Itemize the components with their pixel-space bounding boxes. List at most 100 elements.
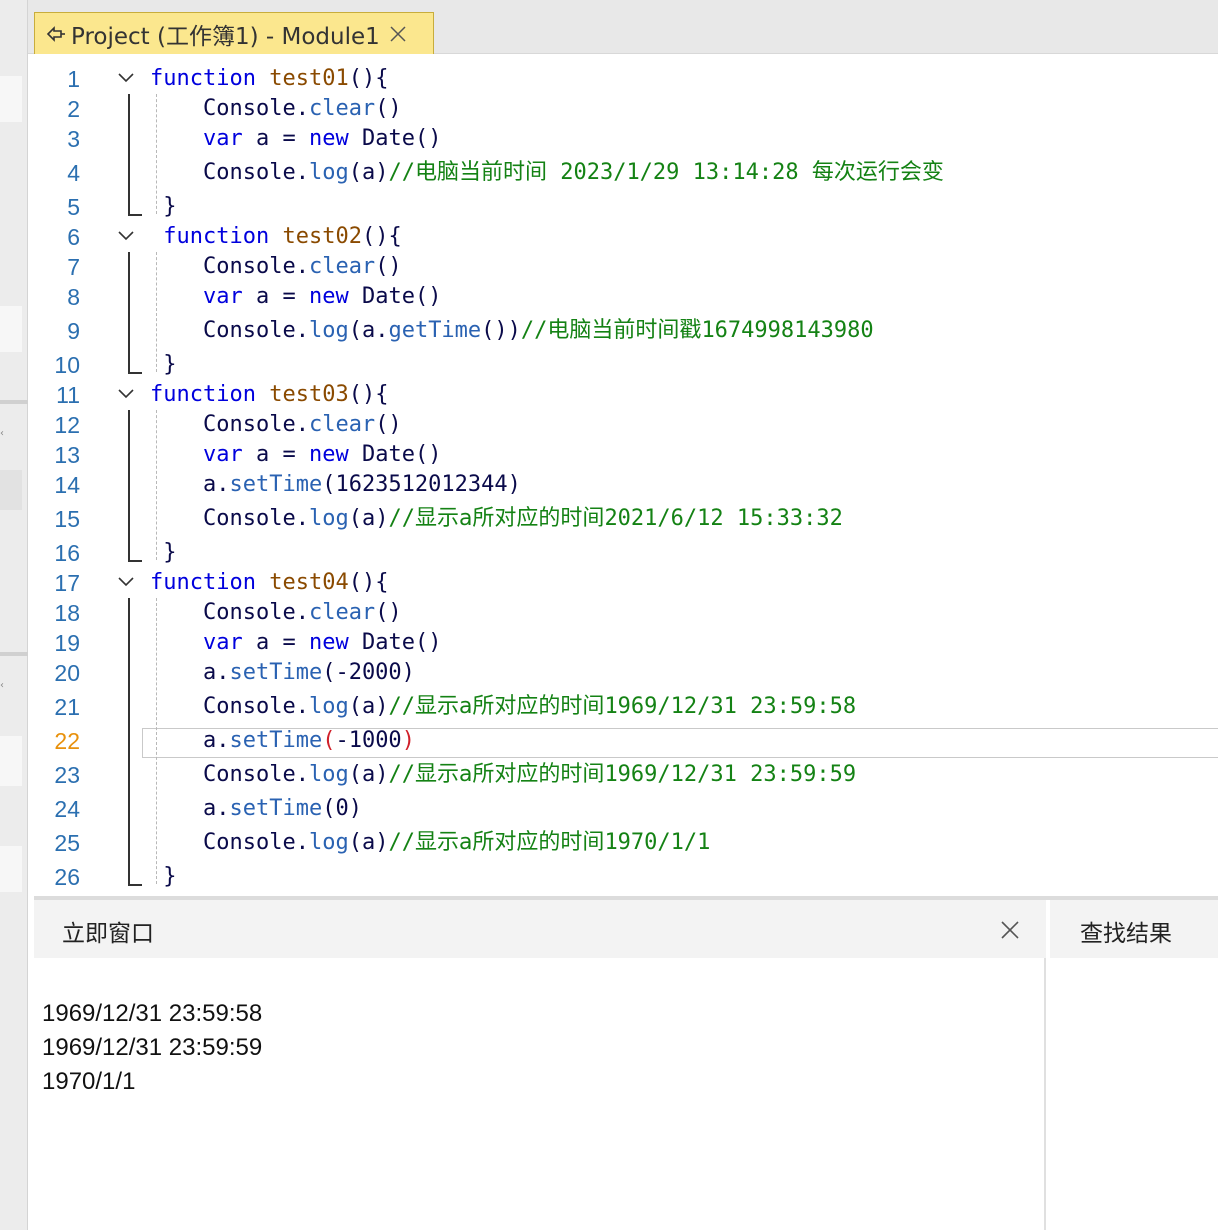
- code-token: Console.: [150, 506, 309, 531]
- code-text: var a = new Date(): [150, 628, 441, 658]
- code-line[interactable]: 12 Console.clear(): [34, 410, 1218, 440]
- code-token: }: [150, 864, 177, 889]
- code-token: function: [150, 66, 256, 91]
- code-text: function test02(){: [150, 222, 402, 252]
- code-token: setTime: [229, 472, 323, 497]
- code-line[interactable]: 17 function test04(){: [34, 568, 1218, 598]
- code-token: var: [202, 442, 243, 467]
- code-line[interactable]: 15 Console.log(a)//显示a所对应的时间2021/6/12 15…: [34, 504, 1218, 534]
- tab-module1[interactable]: Project (工作簿1) - Module1: [34, 12, 434, 54]
- immediate-window[interactable]: 立即窗口 1969/12/31 23:59:58 1969/12/31 23:5…: [34, 900, 1046, 1230]
- code-line[interactable]: 4 Console.log(a)//电脑当前时间 2023/1/29 13:14…: [34, 158, 1218, 188]
- code-line[interactable]: 23 Console.log(a)//显示a所对应的时间1969/12/31 2…: [34, 760, 1218, 790]
- code-token: Console.: [150, 600, 309, 625]
- code-token: clear: [308, 254, 376, 279]
- code-text: var a = new Date(): [150, 124, 441, 154]
- code-token: }: [150, 540, 177, 565]
- code-token: (: [322, 728, 336, 753]
- code-token: log: [308, 506, 349, 531]
- code-line[interactable]: 1 function test01(){: [34, 64, 1218, 94]
- code-text: Console.log(a)//显示a所对应的时间1969/12/31 23:5…: [150, 760, 856, 790]
- close-icon[interactable]: [998, 918, 1022, 942]
- line-number: 26: [54, 864, 80, 890]
- code-text: a.setTime(-1000): [150, 726, 415, 756]
- code-line[interactable]: 14 a.setTime(1623512012344): [34, 470, 1218, 500]
- code-line[interactable]: 21 Console.log(a)//显示a所对应的时间1969/12/31 2…: [34, 692, 1218, 722]
- code-token: 电脑当前时间: [414, 160, 547, 185]
- editor-tab-bar: Project (工作簿1) - Module1: [28, 0, 1218, 54]
- code-line[interactable]: 11 function test03(){: [34, 380, 1218, 410]
- line-number: 1: [67, 66, 80, 92]
- code-token: new: [308, 442, 349, 467]
- fold-bracket-end: [128, 560, 142, 562]
- line-number: 5: [67, 194, 80, 220]
- code-line[interactable]: 20 a.setTime(-2000): [34, 658, 1218, 688]
- code-token: 1674998143980: [701, 318, 874, 343]
- code-text: }: [150, 350, 176, 380]
- line-number: 10: [54, 352, 80, 378]
- code-token: var: [202, 284, 243, 309]
- code-token: //: [388, 160, 415, 185]
- code-text: Console.clear(): [150, 410, 402, 440]
- code-line[interactable]: 7 Console.clear(): [34, 252, 1218, 282]
- code-line[interactable]: 16 }: [34, 538, 1218, 568]
- code-token: clear: [308, 600, 376, 625]
- code-editor[interactable]: 1 function test01(){2 Console.clear() 3 va…: [34, 56, 1218, 898]
- line-number: 25: [54, 830, 80, 856]
- line-number: 2: [67, 96, 80, 122]
- chevron-down-icon[interactable]: [118, 72, 134, 84]
- code-token: Console.: [150, 318, 309, 343]
- code-token: (){: [348, 570, 389, 595]
- line-number: 7: [67, 254, 80, 280]
- code-text: Console.log(a.getTime())//电脑当前时间戳1674998…: [150, 316, 874, 346]
- chevron-down-icon[interactable]: [118, 388, 134, 400]
- code-token: (a): [348, 506, 389, 531]
- code-token: Console.: [150, 160, 309, 185]
- code-token: (1623512012344): [322, 472, 521, 497]
- code-line[interactable]: 5 }: [34, 192, 1218, 222]
- find-results-panel[interactable]: 查找结果: [1050, 900, 1218, 1230]
- code-token: test04: [269, 570, 349, 595]
- code-token: (){: [361, 224, 402, 249]
- code-line[interactable]: 6 function test02(){: [34, 222, 1218, 252]
- code-line[interactable]: 3 var a = new Date(): [34, 124, 1218, 154]
- code-token: ()): [481, 318, 521, 343]
- code-token: test03: [269, 382, 349, 407]
- code-line[interactable]: 13 var a = new Date(): [34, 440, 1218, 470]
- code-text: Console.clear(): [150, 94, 402, 124]
- line-number: 20: [54, 660, 80, 686]
- code-line[interactable]: 9 Console.log(a.getTime())//电脑当前时间戳16749…: [34, 316, 1218, 346]
- code-text: var a = new Date(): [150, 440, 441, 470]
- chevron-down-icon[interactable]: [118, 576, 134, 588]
- code-line[interactable]: 22 a.setTime(-1000): [34, 726, 1218, 756]
- code-token: //: [388, 506, 415, 531]
- line-number: 16: [54, 540, 80, 566]
- immediate-window-header: 立即窗口: [34, 900, 1046, 958]
- chevron-down-icon[interactable]: [118, 230, 134, 242]
- output-line: 1969/12/31 23:59:58: [42, 1000, 263, 1027]
- code-token: (){: [348, 66, 389, 91]
- code-text: function test01(){: [150, 64, 388, 94]
- code-line[interactable]: 18 Console.clear(): [34, 598, 1218, 628]
- indent-guide: [156, 410, 157, 560]
- code-token: a.: [150, 728, 230, 753]
- code-line[interactable]: 10 }: [34, 350, 1218, 380]
- code-text: function test03(){: [150, 380, 388, 410]
- code-line[interactable]: 2 Console.clear(): [34, 94, 1218, 124]
- code-token: 1969/12/31 23:59:59: [604, 762, 857, 787]
- close-icon[interactable]: [388, 24, 408, 44]
- line-number: 4: [67, 160, 80, 186]
- code-token: log: [308, 694, 349, 719]
- code-line[interactable]: 19 var a = new Date(): [34, 628, 1218, 658]
- code-line[interactable]: 25 Console.log(a)//显示a所对应的时间1970/1/1: [34, 828, 1218, 858]
- output-line: 1970/1/1: [42, 1068, 136, 1095]
- code-token: test02: [282, 224, 362, 249]
- code-line[interactable]: 24 a.setTime(0): [34, 794, 1218, 824]
- code-token: }: [150, 194, 177, 219]
- code-line[interactable]: 8 var a = new Date(): [34, 282, 1218, 312]
- code-line[interactable]: 26 }: [34, 862, 1218, 892]
